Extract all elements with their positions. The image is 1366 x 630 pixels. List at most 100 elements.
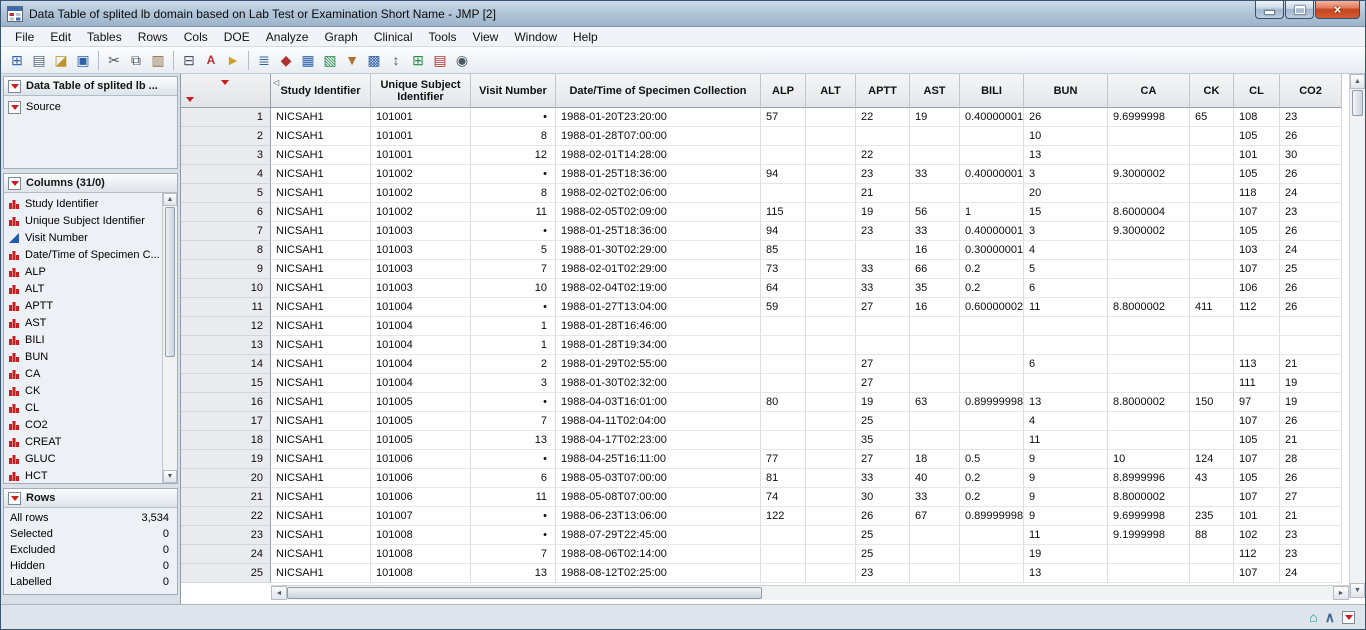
- table-cell[interactable]: 101005: [371, 412, 471, 431]
- table-cell[interactable]: [761, 412, 806, 431]
- data-filter-icon[interactable]: ▼: [341, 49, 363, 71]
- column-item-visit-number[interactable]: Visit Number: [8, 229, 161, 246]
- table-cell[interactable]: [1108, 545, 1190, 564]
- column-header-aptt[interactable]: APTT: [856, 74, 910, 108]
- table-cell[interactable]: 26: [1024, 108, 1108, 127]
- table-cell[interactable]: 94: [761, 165, 806, 184]
- table-cell[interactable]: 56: [910, 203, 960, 222]
- table-cell[interactable]: 4: [1024, 241, 1108, 260]
- column-header-cl[interactable]: CL: [1234, 74, 1280, 108]
- table-cell[interactable]: [1108, 279, 1190, 298]
- table-cell[interactable]: 19: [910, 108, 960, 127]
- scroll-left-icon[interactable]: ◄: [271, 586, 287, 600]
- close-button[interactable]: ×: [1315, 1, 1360, 19]
- table-cell[interactable]: 6: [471, 469, 556, 488]
- table-cell[interactable]: NICSAH1: [271, 431, 371, 450]
- column-item-alt[interactable]: ALT: [8, 280, 161, 297]
- red-triangle-menu-icon[interactable]: [8, 177, 21, 190]
- table-cell[interactable]: 26: [1280, 127, 1342, 146]
- table-cell[interactable]: 16: [910, 298, 960, 317]
- table-cell[interactable]: [1190, 336, 1234, 355]
- table-cell[interactable]: 88: [1190, 526, 1234, 545]
- table-cell[interactable]: [806, 374, 856, 393]
- row-number-cell[interactable]: 24: [181, 545, 271, 564]
- row-number-cell[interactable]: 18: [181, 431, 271, 450]
- table-cell[interactable]: [856, 127, 910, 146]
- table-cell[interactable]: 0.5: [960, 450, 1024, 469]
- menu-help[interactable]: Help: [565, 28, 606, 46]
- table-cell[interactable]: [1108, 127, 1190, 146]
- vertical-scrollbar[interactable]: ▲ ▼: [1349, 74, 1365, 598]
- table-cell[interactable]: 101001: [371, 127, 471, 146]
- table-cell[interactable]: •: [471, 165, 556, 184]
- table-cell[interactable]: 26: [1280, 469, 1342, 488]
- table-cell[interactable]: 1988-08-12T02:25:00: [556, 564, 761, 583]
- menu-tools[interactable]: Tools: [421, 28, 465, 46]
- table-cell[interactable]: 11: [1024, 298, 1108, 317]
- table-cell[interactable]: [761, 545, 806, 564]
- table-cell[interactable]: 97: [1234, 393, 1280, 412]
- print-icon[interactable]: ⊟: [178, 49, 200, 71]
- table-cell[interactable]: 21: [1280, 507, 1342, 526]
- table-cell[interactable]: 7: [471, 545, 556, 564]
- table-cell[interactable]: 5: [1024, 260, 1108, 279]
- table-cell[interactable]: [1280, 317, 1342, 336]
- table-cell[interactable]: NICSAH1: [271, 279, 371, 298]
- table-cell[interactable]: 108: [1234, 108, 1280, 127]
- column-item-bili[interactable]: BILI: [8, 331, 161, 348]
- table-cell[interactable]: 1: [471, 336, 556, 355]
- rows-stat-label[interactable]: Selected: [10, 528, 53, 540]
- rows-stat-label[interactable]: Hidden: [10, 560, 45, 572]
- table-cell[interactable]: [806, 317, 856, 336]
- table-cell[interactable]: [1108, 564, 1190, 583]
- table-cell[interactable]: 66: [910, 260, 960, 279]
- table-cell[interactable]: 7: [471, 260, 556, 279]
- row-number-cell[interactable]: 15: [181, 374, 271, 393]
- table-cell[interactable]: 27: [856, 355, 910, 374]
- column-header-unique-subject-identifier[interactable]: Unique Subject Identifier: [371, 74, 471, 108]
- graph-builder-icon[interactable]: ▧: [319, 49, 341, 71]
- table-cell[interactable]: NICSAH1: [271, 165, 371, 184]
- table-cell[interactable]: [1190, 260, 1234, 279]
- table-cell[interactable]: NICSAH1: [271, 374, 371, 393]
- table-cell[interactable]: [1108, 355, 1190, 374]
- table-cell[interactable]: 9.3000002: [1108, 222, 1190, 241]
- table-cell[interactable]: 24: [1280, 184, 1342, 203]
- table-cell[interactable]: 26: [1280, 298, 1342, 317]
- table-cell[interactable]: 23: [856, 222, 910, 241]
- table-cell[interactable]: [1108, 336, 1190, 355]
- table-cell[interactable]: 0.40000001: [960, 108, 1024, 127]
- table-cell[interactable]: 19: [1024, 545, 1108, 564]
- table-cell[interactable]: 26: [1280, 165, 1342, 184]
- row-number-cell[interactable]: 23: [181, 526, 271, 545]
- table-cell[interactable]: 1988-04-11T02:04:00: [556, 412, 761, 431]
- table-cell[interactable]: 1988-04-03T16:01:00: [556, 393, 761, 412]
- row-number-cell[interactable]: 20: [181, 469, 271, 488]
- table-cell[interactable]: [960, 336, 1024, 355]
- table-cell[interactable]: 101003: [371, 279, 471, 298]
- table-cell[interactable]: [806, 336, 856, 355]
- column-item-alp[interactable]: ALP: [8, 263, 161, 280]
- menu-graph[interactable]: Graph: [316, 28, 365, 46]
- menu-rows[interactable]: Rows: [130, 28, 176, 46]
- scroll-down-icon[interactable]: ▼: [1350, 583, 1365, 598]
- table-cell[interactable]: 103: [1234, 241, 1280, 260]
- table-cell[interactable]: [806, 298, 856, 317]
- horizontal-scrollbar[interactable]: ◄ ►: [271, 585, 1349, 600]
- table-cell[interactable]: [1190, 127, 1234, 146]
- row-number-cell[interactable]: 12: [181, 317, 271, 336]
- table-cell[interactable]: 77: [761, 450, 806, 469]
- table-cell[interactable]: •: [471, 393, 556, 412]
- table-cell[interactable]: 23: [1280, 108, 1342, 127]
- table-cell[interactable]: [806, 488, 856, 507]
- column-item-unique-subject-identifier[interactable]: Unique Subject Identifier: [8, 212, 161, 229]
- table-cell[interactable]: 1988-01-25T18:36:00: [556, 165, 761, 184]
- row-number-cell[interactable]: 14: [181, 355, 271, 374]
- table-cell[interactable]: 19: [856, 203, 910, 222]
- table-cell[interactable]: 21: [1280, 355, 1342, 374]
- table-cell[interactable]: 20: [1024, 184, 1108, 203]
- table-cell[interactable]: NICSAH1: [271, 184, 371, 203]
- table-cell[interactable]: [806, 545, 856, 564]
- table-cell[interactable]: [1190, 488, 1234, 507]
- maximize-button[interactable]: [1285, 1, 1314, 19]
